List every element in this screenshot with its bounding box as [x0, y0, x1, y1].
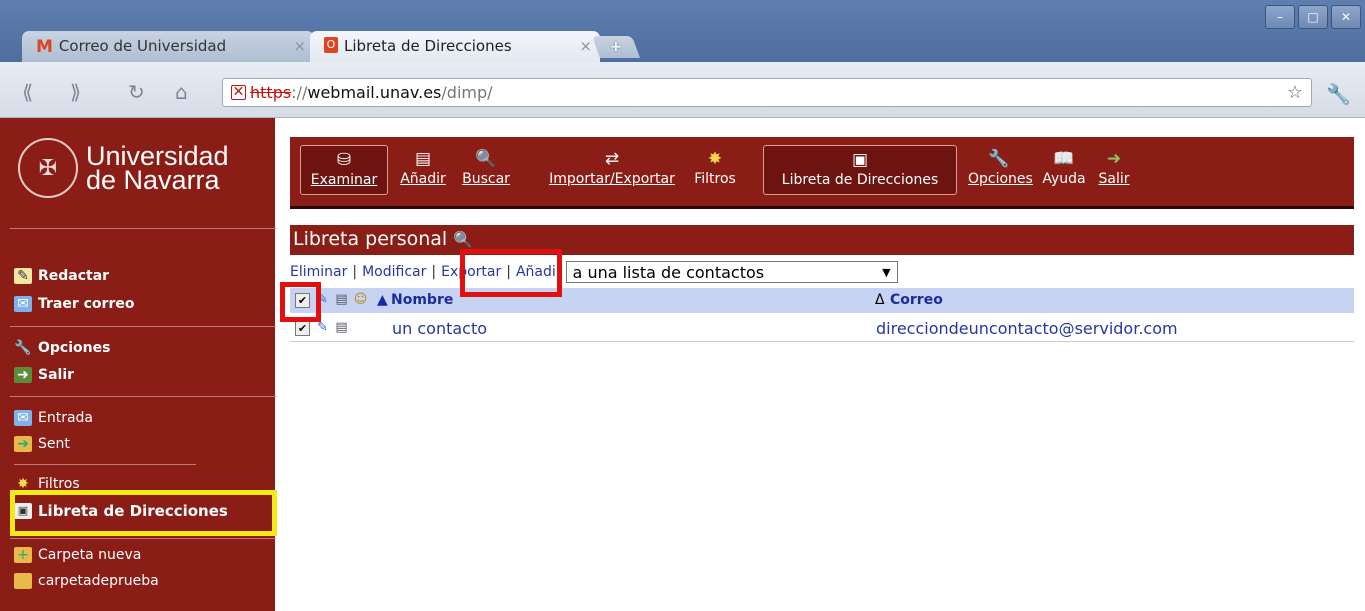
folder-icon — [14, 573, 32, 589]
envelope-icon: ✉ — [14, 410, 32, 426]
sort-email-icon: Δ — [875, 292, 885, 308]
menu-opciones[interactable]: 🔧 Opciones — [968, 145, 1033, 195]
sidebar-item-redactar[interactable]: ✎ Redactar — [14, 268, 109, 284]
menu-filtros[interactable]: ✸ Filtros — [686, 145, 744, 195]
logo-line2: de Navarra — [86, 165, 220, 195]
tab-libreta[interactable]: O Libreta de Direcciones × — [310, 31, 600, 62]
wrench-icon[interactable]: 🔧 — [1326, 82, 1351, 106]
section-header: Libreta personal 🔍 — [290, 225, 1354, 255]
maximize-button[interactable]: □ — [1298, 5, 1328, 29]
table-row[interactable]: ✔ ✎ ▤ un contacto direcciondeuncontacto@… — [290, 316, 1354, 342]
fetch-mail-icon: ✉ — [14, 296, 32, 312]
contact-name[interactable]: un contacto — [392, 319, 487, 338]
row-checkbox[interactable]: ✔ — [295, 321, 310, 336]
browser-toolbar: ⟪ ⟫ ↻ ⌂ ✕ https://webmail.unav.es/dimp/ … — [0, 62, 1365, 118]
contact-list-select[interactable]: a una lista de contactos ▼ — [565, 261, 898, 283]
sidebar-item-sent[interactable]: ➔ Sent — [14, 436, 70, 452]
sidebar-item-entrada[interactable]: ✉ Entrada — [14, 410, 93, 426]
tab-label: Correo de Universidad — [58, 37, 227, 55]
sidebar-item-carpetadeprueba[interactable]: carpetadeprueba — [14, 573, 159, 589]
browse-icon: ⛁ — [336, 150, 352, 170]
magnifier-icon: 🔍 — [475, 149, 497, 169]
section-title: Libreta personal — [293, 228, 448, 250]
table-header: ✔ ✎ ▤ ☺ ▲ Nombre Δ Correo — [290, 288, 1354, 313]
sent-folder-icon: ➔ — [14, 436, 32, 452]
menu-buscar[interactable]: 🔍 Buscar — [456, 145, 516, 195]
sidebar-item-salir[interactable]: ➜ Salir — [14, 367, 74, 383]
tab-correo[interactable]: M Correo de Universidad × — [22, 31, 314, 62]
divider — [10, 326, 276, 327]
divider — [10, 396, 276, 397]
home-icon[interactable]: ⌂ — [175, 80, 188, 104]
chevron-down-icon: ▼ — [882, 265, 891, 279]
modify-link[interactable]: Modificar — [362, 264, 426, 280]
address-bar[interactable]: ✕ https://webmail.unav.es/dimp/ ☆ — [222, 78, 1312, 107]
menu-anadir[interactable]: ▤ Añadir — [394, 145, 452, 195]
divider — [14, 464, 196, 465]
insecure-x-icon: ✕ — [231, 84, 246, 100]
exit-door-icon: ➜ — [1106, 149, 1122, 169]
url-path: /dimp/ — [441, 83, 493, 102]
close-window-button[interactable]: ✕ — [1331, 5, 1361, 29]
delete-link[interactable]: Eliminar — [290, 264, 347, 280]
wrench-icon: 🔧 — [988, 149, 1010, 169]
annotation-yellow-box — [10, 490, 277, 536]
edit-icon[interactable]: ✎ — [314, 320, 331, 336]
app-menubar: ⛁ Examinar ▤ Añadir 🔍 Buscar ⇄ Importar/… — [290, 137, 1354, 209]
annotation-red-box-checkbox — [280, 282, 321, 322]
url-host: webmail.unav.es — [307, 83, 442, 102]
header-email[interactable]: Correo — [890, 292, 943, 308]
sidebar-item-opciones[interactable]: 🔧 Opciones — [14, 340, 110, 356]
wand-icon: ✸ — [707, 149, 723, 169]
minimize-button[interactable]: – — [1265, 5, 1295, 29]
forward-icon[interactable]: ⟫ — [70, 80, 81, 104]
annotation-red-box-export — [460, 249, 562, 297]
menu-examinar[interactable]: ⛁ Examinar — [300, 145, 388, 195]
new-tab-button[interactable]: + — [591, 36, 641, 58]
address-book-icon: ▣ — [851, 150, 869, 170]
book-icon: 📖 — [1053, 149, 1075, 169]
sort-asc-icon: ▲ — [377, 292, 388, 308]
search-icon[interactable]: 🔍 — [453, 230, 473, 249]
sidebar-item-carpeta-nueva[interactable]: + Carpeta nueva — [14, 547, 141, 563]
import-export-icon: ⇄ — [604, 149, 620, 169]
compose-icon: ✎ — [14, 268, 32, 284]
browser-titlebar: M Correo de Universidad × O Libreta de D… — [0, 0, 1365, 62]
divider — [10, 538, 276, 539]
wrench-icon: 🔧 — [14, 340, 32, 356]
contact-email[interactable]: direcciondeuncontacto@servidor.com — [876, 319, 1178, 338]
add-contact-icon: ▤ — [414, 149, 432, 169]
group-icon: ☺ — [353, 292, 368, 307]
divider — [10, 228, 276, 229]
vcard-icon: ▤ — [335, 292, 348, 307]
url-scheme: https — [250, 83, 292, 102]
tab-close-icon[interactable]: × — [293, 37, 306, 55]
new-folder-icon: + — [14, 547, 32, 563]
menu-libreta[interactable]: ▣ Libreta de Direcciones — [763, 145, 957, 195]
university-seal-icon: ✠ — [18, 138, 78, 198]
gmail-icon: M — [36, 37, 53, 57]
sidebar-item-traer-correo[interactable]: ✉ Traer correo — [14, 296, 134, 312]
opera-icon: O — [324, 37, 338, 53]
menu-ayuda[interactable]: 📖 Ayuda — [1038, 145, 1090, 195]
bookmark-star-icon[interactable]: ☆ — [1287, 82, 1303, 103]
vcard-icon[interactable]: ▤ — [333, 320, 350, 336]
header-name[interactable]: Nombre — [391, 292, 453, 308]
menu-importar-exportar[interactable]: ⇄ Importar/Exportar — [538, 145, 686, 195]
tab-label: Libreta de Direcciones — [344, 37, 512, 55]
reload-icon[interactable]: ↻ — [128, 80, 145, 104]
contact-actions: Eliminar | Modificar | Exportar | Añadir… — [290, 260, 898, 284]
back-icon[interactable]: ⟪ — [22, 80, 33, 104]
tab-close-icon[interactable]: × — [579, 37, 592, 55]
window-controls: – □ ✕ — [1265, 5, 1361, 29]
menu-salir[interactable]: ➜ Salir — [1096, 145, 1132, 195]
sidebar: ✠ Universidad de Navarra ✎ Redactar ✉ Tr… — [0, 118, 277, 611]
university-logo: ✠ Universidad de Navarra — [18, 138, 229, 198]
exit-door-icon: ➜ — [14, 367, 32, 383]
